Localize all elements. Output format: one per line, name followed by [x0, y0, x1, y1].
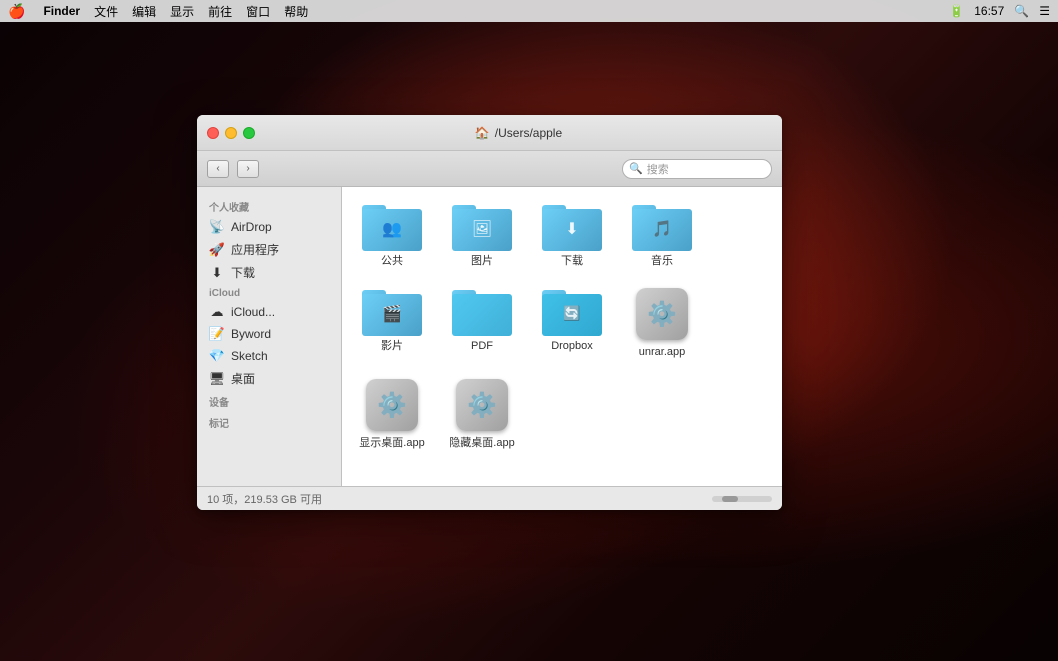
forward-button[interactable]: › [237, 160, 259, 178]
file-item-show-desktop[interactable]: ⚙️ 显示桌面.app [352, 373, 432, 454]
finder-window: 🏠 /Users/apple ‹ › 🔍 搜索 个人收藏 📡 AirDrop [197, 115, 782, 510]
traffic-lights [207, 127, 255, 139]
file-item-movies[interactable]: 🎬 影片 [352, 282, 432, 363]
file-grid: 👥 公共 🖼 图片 [352, 197, 772, 455]
sidebar-item-airdrop[interactable]: 📡 AirDrop [197, 216, 341, 238]
sidebar-item-byword[interactable]: 📝 Byword [197, 323, 341, 345]
title-folder-icon: 🏠 [475, 126, 490, 140]
desktop-icon: 🖥 [209, 371, 225, 387]
file-label-downloads: 下载 [561, 255, 583, 268]
sidebar-applications-label: 应用程序 [231, 241, 279, 258]
menubar-window[interactable]: 窗口 [246, 3, 270, 20]
file-item-unrar[interactable]: ⚙️ unrar.app [622, 282, 702, 363]
scroll-indicator [712, 496, 772, 502]
sidebar-airdrop-label: AirDrop [231, 220, 272, 234]
minimize-button[interactable] [225, 127, 237, 139]
file-item-public[interactable]: 👥 公共 [352, 197, 432, 272]
toolbar: ‹ › 🔍 搜索 [197, 151, 782, 187]
menubar-finder[interactable]: Finder [43, 4, 80, 18]
sidebar-item-sketch[interactable]: 💎 Sketch [197, 345, 341, 367]
menubar-search-icon[interactable]: 🔍 [1014, 4, 1029, 18]
sidebar-tags-label: 标记 [197, 411, 341, 432]
search-icon: 🔍 [629, 162, 643, 175]
hide-desktop-app-icon: ⚙️ [454, 377, 510, 433]
menubar-menu-icon[interactable]: ☰ [1039, 4, 1050, 18]
applications-icon: 🚀 [209, 242, 225, 258]
status-text: 10 项，219.53 GB 可用 [207, 491, 322, 507]
menubar-view[interactable]: 显示 [170, 3, 194, 20]
downloads-icon: ⬇ [209, 265, 225, 281]
desktop: 🍎 Finder AirDrop 文件 编辑 显示 前往 窗口 帮助 🔋 16:… [0, 0, 1058, 661]
sidebar-sketch-label: Sketch [231, 349, 268, 363]
menubar-time: 16:57 [974, 4, 1004, 18]
sidebar-item-applications[interactable]: 🚀 应用程序 [197, 238, 341, 261]
search-placeholder: 搜索 [647, 161, 669, 177]
window-title-text: /Users/apple [495, 126, 562, 140]
sidebar-desktop-label: 桌面 [231, 370, 255, 387]
file-item-pdf[interactable]: PDF [442, 282, 522, 363]
search-box[interactable]: 🔍 搜索 [622, 159, 772, 179]
sidebar-devices-label: 设备 [197, 390, 341, 411]
file-label-hide-desktop: 隐藏桌面.app [449, 437, 514, 450]
file-item-downloads[interactable]: ⬇ 下载 [532, 197, 612, 272]
sidebar-item-icloud[interactable]: ☁ iCloud... [197, 301, 341, 323]
file-label-music: 音乐 [651, 255, 673, 268]
menubar-right: 🔋 16:57 🔍 ☰ [949, 4, 1050, 18]
file-label-unrar: unrar.app [639, 346, 685, 359]
window-title: 🏠 /Users/apple [265, 126, 772, 140]
file-label-show-desktop: 显示桌面.app [359, 437, 424, 450]
byword-icon: 📝 [209, 326, 225, 342]
title-bar: 🏠 /Users/apple [197, 115, 782, 151]
sidebar-byword-label: Byword [231, 327, 271, 341]
sidebar-icloud-label2: iCloud... [231, 305, 275, 319]
menubar-file[interactable]: 文件 [94, 3, 118, 20]
file-item-music[interactable]: 🎵 音乐 [622, 197, 702, 272]
scroll-area [712, 496, 772, 502]
back-button[interactable]: ‹ [207, 160, 229, 178]
file-label-public: 公共 [381, 255, 403, 268]
file-item-pictures[interactable]: 🖼 图片 [442, 197, 522, 272]
show-desktop-app-icon: ⚙️ [364, 377, 420, 433]
menubar-edit[interactable]: 编辑 [132, 3, 156, 20]
file-item-hide-desktop[interactable]: ⚙️ 隐藏桌面.app [442, 373, 522, 454]
unrar-app-icon: ⚙️ [634, 286, 690, 342]
file-label-pictures: 图片 [471, 255, 493, 268]
status-bar: 10 项，219.53 GB 可用 [197, 486, 782, 510]
menubar-go[interactable]: 前往 [208, 3, 232, 20]
file-label-movies: 影片 [381, 340, 403, 353]
sidebar: 个人收藏 📡 AirDrop 🚀 应用程序 ⬇ 下载 iCloud ☁ iClo… [197, 187, 342, 486]
close-button[interactable] [207, 127, 219, 139]
scroll-thumb [722, 496, 738, 502]
file-label-pdf: PDF [471, 340, 493, 353]
apple-menu[interactable]: 🍎 [8, 3, 25, 20]
file-item-dropbox[interactable]: 🔄 Dropbox [532, 282, 612, 363]
menubar: 🍎 Finder AirDrop 文件 编辑 显示 前往 窗口 帮助 🔋 16:… [0, 0, 1058, 22]
icloud-icon: ☁ [209, 304, 225, 320]
menubar-help[interactable]: 帮助 [284, 3, 308, 20]
sidebar-icloud-label: iCloud [197, 284, 341, 301]
main-area: 个人收藏 📡 AirDrop 🚀 应用程序 ⬇ 下载 iCloud ☁ iClo… [197, 187, 782, 486]
sidebar-downloads-label: 下载 [231, 264, 255, 281]
menubar-battery-icon: 🔋 [949, 4, 964, 18]
file-label-dropbox: Dropbox [551, 340, 593, 353]
airdrop-icon: 📡 [209, 219, 225, 235]
file-area[interactable]: 👥 公共 🖼 图片 [342, 187, 782, 486]
sidebar-item-desktop[interactable]: 🖥 桌面 [197, 367, 341, 390]
maximize-button[interactable] [243, 127, 255, 139]
sketch-icon: 💎 [209, 348, 225, 364]
sidebar-item-downloads[interactable]: ⬇ 下载 [197, 261, 341, 284]
sidebar-personal-label: 个人收藏 [197, 195, 341, 216]
